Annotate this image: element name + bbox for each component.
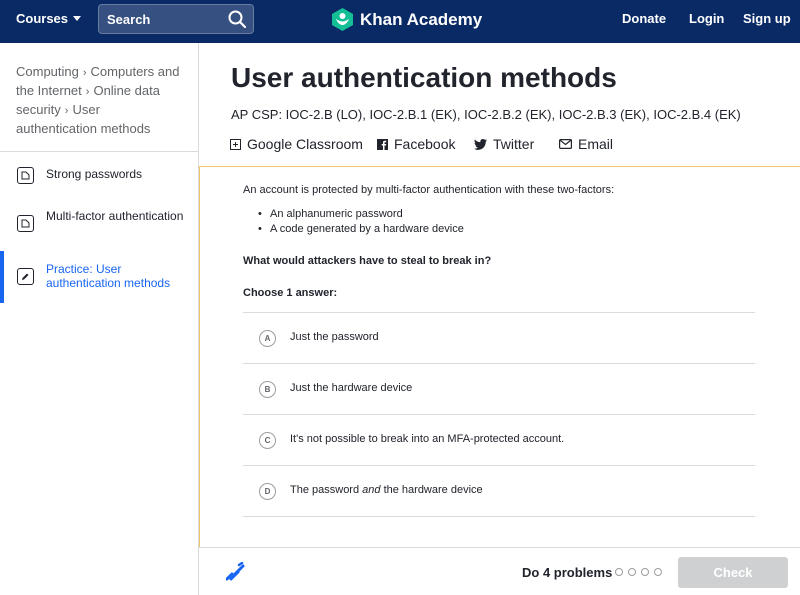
- donate-link[interactable]: Donate: [622, 11, 666, 26]
- twitter-icon: [474, 138, 487, 150]
- choice-text-part: The password: [290, 484, 363, 496]
- question-bullet: An alphanumeric password: [258, 208, 403, 220]
- choice-text-part: the hardware device: [380, 484, 483, 496]
- article-icon: [17, 215, 34, 232]
- sidebar-item-multi-factor-authentication[interactable]: Multi-factor authentication: [0, 203, 198, 249]
- top-navigation-bar: Courses Search Khan Academy Donate Login…: [0, 0, 800, 43]
- progress-dot: [641, 568, 649, 576]
- sidebar-item-strong-passwords[interactable]: Strong passwords: [0, 160, 198, 194]
- email-icon: [559, 139, 572, 149]
- search-input[interactable]: Search: [98, 4, 254, 34]
- answer-choice-a[interactable]: A Just the password: [243, 312, 755, 363]
- search-label: Search: [107, 12, 151, 27]
- progress-dot: [654, 568, 662, 576]
- question-prompt: What would attackers have to steal to br…: [243, 255, 492, 267]
- share-google-classroom-button[interactable]: Google Classroom: [230, 136, 363, 152]
- share-twitter-button[interactable]: Twitter: [474, 136, 534, 152]
- standards-codes: AP CSP: IOC-2.B (LO), IOC-2.B.1 (EK), IO…: [231, 107, 741, 122]
- sidebar-item-label: Multi-factor authentication: [46, 209, 184, 223]
- exercise-progress-icon: [226, 562, 245, 581]
- choice-letter: D: [259, 483, 276, 500]
- khan-academy-logo[interactable]: Khan Academy: [332, 8, 482, 31]
- progress-dot: [628, 568, 636, 576]
- check-button[interactable]: Check: [678, 557, 788, 588]
- answer-choice-b[interactable]: B Just the hardware device: [243, 363, 755, 414]
- choice-letter: A: [259, 330, 276, 347]
- sidebar: Computing › Computers and the Internet › Onl…: [0, 43, 199, 595]
- choose-instruction: Choose 1 answer:: [243, 287, 338, 299]
- chevron-right-icon: ›: [82, 67, 87, 79]
- choice-letter: C: [259, 432, 276, 449]
- chevron-right-icon: ›: [85, 86, 90, 98]
- question-intro: An account is protected by multi-factor …: [243, 184, 615, 196]
- chevron-right-icon: ›: [64, 105, 69, 117]
- pencil-icon: [17, 268, 34, 285]
- share-email-button[interactable]: Email: [559, 136, 613, 152]
- share-label: Facebook: [394, 136, 456, 152]
- khan-leaf-logo-icon: [332, 8, 353, 31]
- question-bullet: A code generated by a hardware device: [258, 223, 464, 235]
- choice-text: Just the password: [290, 331, 379, 343]
- choice-text: It's not possible to break into an MFA-p…: [290, 433, 565, 445]
- page-title: User authentication methods: [231, 62, 617, 93]
- article-icon: [17, 167, 34, 184]
- share-label: Email: [578, 136, 614, 152]
- problems-progress-label: Do 4 problems: [522, 565, 613, 580]
- choice-text-emphasis: and: [362, 484, 381, 496]
- choices-divider: [243, 516, 755, 517]
- courses-label: Courses: [16, 11, 69, 26]
- share-facebook-button[interactable]: Facebook: [377, 136, 455, 152]
- answer-choice-c[interactable]: C It's not possible to break into an MFA…: [243, 414, 755, 465]
- signup-link[interactable]: Sign up: [743, 11, 791, 26]
- chevron-down-icon: [73, 16, 82, 21]
- progress-dot: [615, 568, 623, 576]
- login-link[interactable]: Login: [689, 11, 724, 26]
- choice-text: Just the hardware device: [290, 382, 413, 394]
- breadcrumb: Computing › Computers and the Internet › Onl…: [0, 43, 198, 152]
- courses-menu-button[interactable]: Courses: [16, 11, 82, 26]
- sidebar-item-practice-user-authentication-methods[interactable]: Practice: User authentication methods: [0, 251, 198, 303]
- share-label: Google Classroom: [247, 136, 363, 152]
- logo-text: Khan Academy: [360, 9, 483, 29]
- sidebar-item-label: Strong passwords: [46, 167, 143, 181]
- google-classroom-icon: [230, 138, 241, 150]
- facebook-icon: [377, 138, 388, 150]
- breadcrumb-item[interactable]: Computing: [16, 64, 79, 79]
- choice-text: The password and the hardware device: [290, 484, 483, 496]
- sidebar-item-label: Practice: User authentication methods: [46, 262, 171, 290]
- share-label: Twitter: [493, 136, 535, 152]
- search-icon[interactable]: [227, 9, 247, 29]
- choice-letter: B: [259, 381, 276, 398]
- answer-choice-d[interactable]: D The password and the hardware device: [243, 465, 755, 516]
